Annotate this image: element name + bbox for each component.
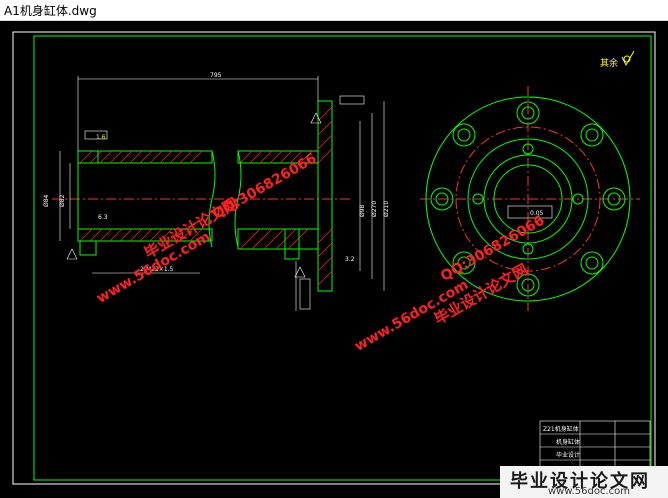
cad-drawing: 其余 795 Ø84 Ø82 Ø98 Ø210 Ø270 2-M22×1.5 1…: [12, 31, 656, 485]
note-6-3: 6.3: [98, 214, 108, 221]
dim-98: Ø98: [359, 204, 366, 217]
dim-82: Ø82: [59, 194, 66, 207]
window-title: A1机身缸体.dwg: [4, 4, 97, 18]
inner-frame: [33, 35, 652, 481]
window-titlebar: A1机身缸体.dwg: [0, 0, 668, 21]
outer-frame: [12, 31, 656, 485]
dim-270: Ø270: [371, 201, 378, 217]
note-3-2: 3.2: [345, 256, 355, 263]
title-row-3: 毕业设计: [556, 451, 580, 459]
drawing-canvas[interactable]: 其余 795 Ø84 Ø82 Ø98 Ø210 Ø270 2-M22×1.5 1…: [0, 21, 668, 498]
title-row-2: 机身缸体: [556, 438, 580, 446]
dim-210: Ø210: [383, 201, 390, 217]
title-row-1: Z21机身缸体: [543, 425, 579, 433]
roughness-note: 其余: [600, 57, 618, 69]
note-1-6: 1.6: [96, 134, 106, 141]
dim-84: Ø84: [43, 194, 50, 207]
badge-url: www.56doc.com: [548, 486, 631, 497]
brand-badge: 毕业设计论文网 www.56doc.com: [500, 466, 668, 498]
section-view: 795 Ø84 Ø82 Ø98 Ø210 Ø270 2-M22×1.5 1.6 …: [43, 72, 390, 311]
dim-total-length: 795: [210, 72, 222, 79]
